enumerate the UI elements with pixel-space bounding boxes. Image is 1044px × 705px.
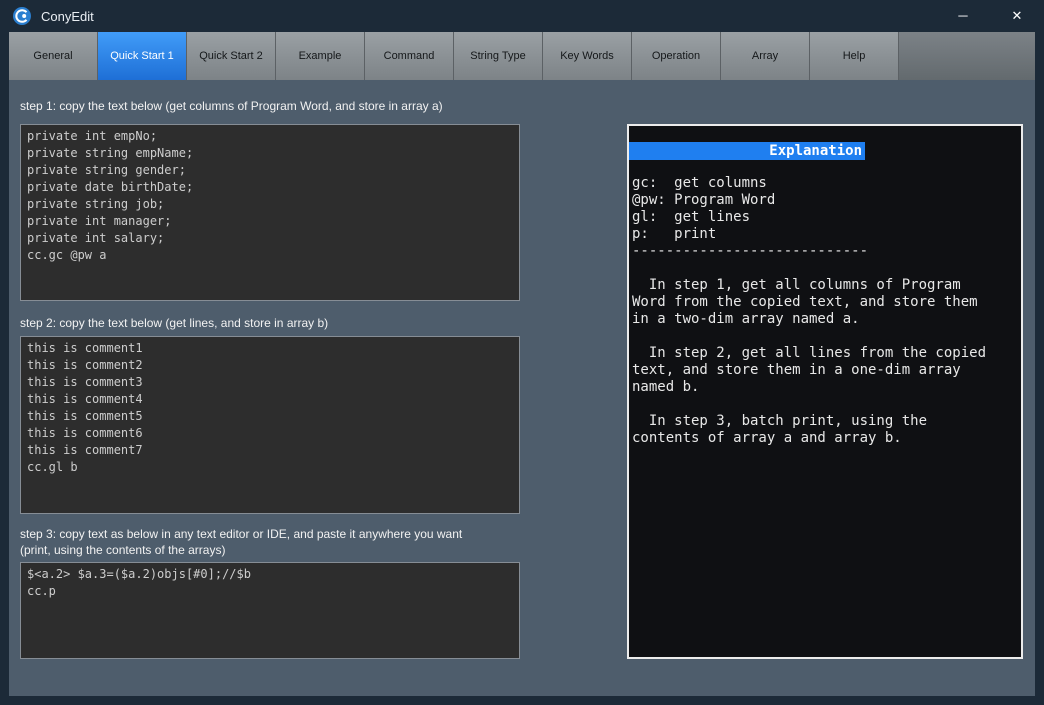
step-2-label: step 2: copy the text below (get lines, … <box>20 316 329 330</box>
explanation-panel: Explanation gc: get columns @pw: Program… <box>627 124 1023 659</box>
window-title: ConyEdit <box>41 8 94 24</box>
tab-string-type[interactable]: String Type <box>454 32 543 80</box>
tab-quick-start-1[interactable]: Quick Start 1 <box>98 32 187 80</box>
tab-array[interactable]: Array <box>721 32 810 80</box>
step-3-label: step 3: copy text as below in any text e… <box>20 527 463 557</box>
tab-key-words[interactable]: Key Words <box>543 32 632 80</box>
tab-bar: General Quick Start 1 Quick Start 2 Exam… <box>9 32 1035 80</box>
tab-example[interactable]: Example <box>276 32 365 80</box>
explanation-title-highlight: Explanation <box>629 142 865 160</box>
tab-help[interactable]: Help <box>810 32 899 80</box>
close-button[interactable]: ✕ <box>1002 4 1032 28</box>
tab-quick-start-2[interactable]: Quick Start 2 <box>187 32 276 80</box>
window-frame: General Quick Start 1 Quick Start 2 Exam… <box>9 32 1035 696</box>
step-1-label: step 1: copy the text below (get columns… <box>20 99 443 113</box>
tab-bar-spacer <box>899 32 1035 80</box>
main-content: step 1: copy the text below (get columns… <box>9 80 1035 696</box>
tab-command[interactable]: Command <box>365 32 454 80</box>
title-bar: ConyEdit ─ ✕ <box>0 0 1044 32</box>
app-window: ConyEdit ─ ✕ General Quick Start 1 Quick… <box>0 0 1044 705</box>
step-2-code-block[interactable]: this is comment1 this is comment2 this i… <box>20 336 520 514</box>
step-3-code-block[interactable]: $<a.2> $a.3=($a.2)objs[#0];//$b cc.p <box>20 562 520 659</box>
tab-operation[interactable]: Operation <box>632 32 721 80</box>
minimize-button[interactable]: ─ <box>948 4 978 28</box>
step-1-code-block[interactable]: private int empNo; private string empNam… <box>20 124 520 301</box>
explanation-body: gc: get columns @pw: Program Word gl: ge… <box>632 175 987 446</box>
window-controls: ─ ✕ <box>948 4 1032 28</box>
tab-general[interactable]: General <box>9 32 98 80</box>
app-logo-icon <box>12 6 32 26</box>
